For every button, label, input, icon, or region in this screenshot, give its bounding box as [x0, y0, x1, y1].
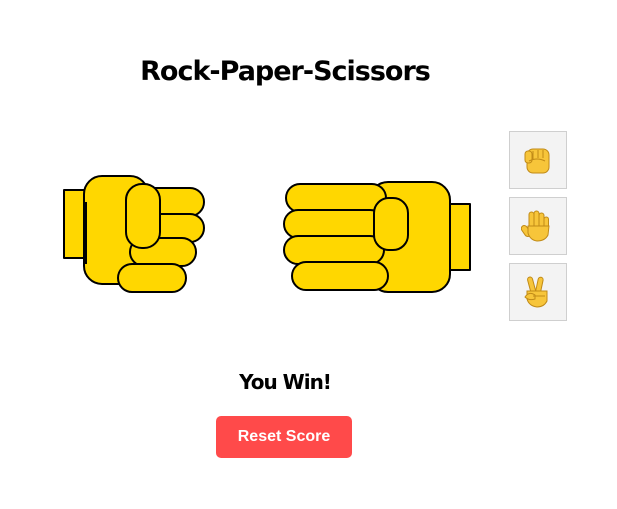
- raised-hand-icon: [521, 210, 550, 242]
- reset-score-button[interactable]: Reset Score: [216, 416, 352, 458]
- raised-fist-icon: [524, 148, 550, 174]
- scissors-choice-button[interactable]: [509, 263, 567, 321]
- choice-buttons: [509, 131, 569, 329]
- rock-choice-button[interactable]: [509, 131, 567, 189]
- computer-hand-rock-icon: [278, 178, 473, 298]
- game-title: Rock-Paper-Scissors: [140, 56, 431, 87]
- result-text: You Win!: [239, 370, 332, 394]
- paper-choice-button[interactable]: [509, 197, 567, 255]
- victory-hand-icon: [524, 276, 548, 308]
- player-hand-rock-icon: [60, 172, 210, 302]
